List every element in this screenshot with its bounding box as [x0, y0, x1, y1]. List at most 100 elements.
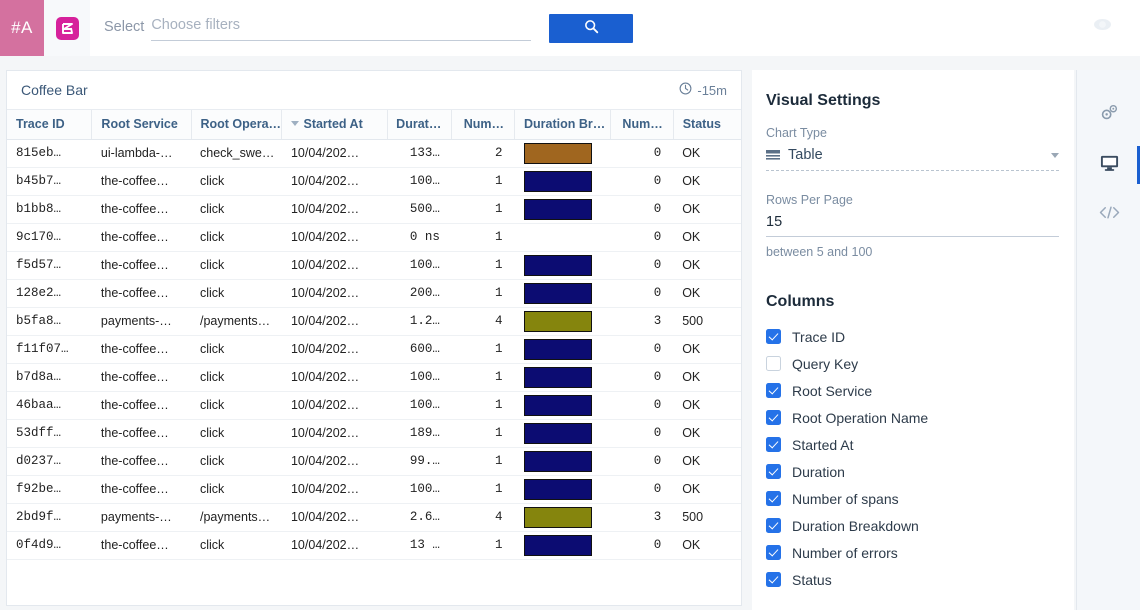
- table-row[interactable]: f11f07…the-coffee…click10/04/202…600…10O…: [7, 335, 741, 363]
- cell-duration-breakdown: [515, 335, 611, 363]
- cell-duration: 133…: [387, 139, 452, 167]
- column-toggle-label: Number of errors: [792, 545, 898, 561]
- cell-root-svc: the-coffee…: [92, 391, 191, 419]
- cell-duration-breakdown: [515, 531, 611, 559]
- cell-spans: 4: [452, 503, 515, 531]
- cell-root-op: click: [191, 223, 282, 251]
- table-row[interactable]: 815eb…ui-lambda-…check_swe…10/04/202…133…: [7, 139, 741, 167]
- cell-root-svc: the-coffee…: [92, 363, 191, 391]
- cell-trace-id: 53dff…: [7, 419, 92, 447]
- table-icon: [766, 150, 780, 161]
- column-toggle-root-service[interactable]: Root Service: [766, 377, 1074, 404]
- cell-duration: 2.6…: [387, 503, 452, 531]
- checkbox-checked-icon[interactable]: [766, 572, 781, 587]
- cell-started: 10/04/202…: [282, 531, 387, 559]
- columns-title: Columns: [766, 293, 1074, 311]
- cell-trace-id: f11f07…: [7, 335, 92, 363]
- column-toggle-label: Started At: [792, 437, 853, 453]
- cell-root-op: click: [191, 251, 282, 279]
- account-logo[interactable]: #A: [0, 0, 44, 56]
- column-header-spans[interactable]: Num…: [452, 110, 515, 139]
- column-header-duration[interactable]: Durat…: [387, 110, 452, 139]
- table-row[interactable]: 0f4d9…the-coffee…click10/04/202…13 …10OK: [7, 531, 741, 559]
- checkbox-checked-icon[interactable]: [766, 437, 781, 452]
- column-toggle-root-operation-name[interactable]: Root Operation Name: [766, 404, 1074, 431]
- table-row[interactable]: b45b7…the-coffee…click10/04/202…100…10OK: [7, 167, 741, 195]
- search-button[interactable]: [549, 14, 633, 43]
- duration-breakdown-bar: [524, 395, 592, 416]
- cell-duration: 200…: [387, 279, 452, 307]
- table-row[interactable]: 46baa…the-coffee…click10/04/202…100…10OK: [7, 391, 741, 419]
- cell-duration: 13 …: [387, 531, 452, 559]
- column-toggle-started-at[interactable]: Started At: [766, 431, 1074, 458]
- table-row[interactable]: f92be…the-coffee…click10/04/202…100…10OK: [7, 475, 741, 503]
- table-row[interactable]: d0237…the-coffee…click10/04/202…99.…10OK: [7, 447, 741, 475]
- column-toggle-duration-breakdown[interactable]: Duration Breakdown: [766, 512, 1074, 539]
- table-row[interactable]: 53dff…the-coffee…click10/04/202…189…10OK: [7, 419, 741, 447]
- page-title: Coffee Bar: [21, 82, 88, 98]
- table-row[interactable]: 9c170…the-coffee…click10/04/202…0 ns10OK: [7, 223, 741, 251]
- column-header-errors[interactable]: Num…: [611, 110, 674, 139]
- checkbox-checked-icon[interactable]: [766, 383, 781, 398]
- cell-root-op: click: [191, 391, 282, 419]
- checkbox-checked-icon[interactable]: [766, 329, 781, 344]
- duration-breakdown-bar: [524, 367, 592, 388]
- table-row[interactable]: 2bd9f…payments-…/payments…10/04/202…2.6……: [7, 503, 741, 531]
- rail-item-settings[interactable]: [1077, 90, 1140, 140]
- column-header-root_op[interactable]: Root Opera…: [191, 110, 282, 139]
- column-toggle-number-of-errors[interactable]: Number of errors: [766, 539, 1074, 566]
- time-range[interactable]: -15m: [679, 82, 727, 98]
- table-row[interactable]: b1bb8…the-coffee…click10/04/202…500…10OK: [7, 195, 741, 223]
- column-toggle-label: Root Service: [792, 383, 872, 399]
- gears-icon: [1099, 103, 1120, 127]
- checkbox-checked-icon[interactable]: [766, 491, 781, 506]
- checkbox-checked-icon[interactable]: [766, 545, 781, 560]
- table-row[interactable]: b5fa8…payments-…/payments…10/04/202…1.2……: [7, 307, 741, 335]
- duration-breakdown-bar: [524, 199, 592, 220]
- checkbox-checked-icon[interactable]: [766, 410, 781, 425]
- column-toggle-duration[interactable]: Duration: [766, 458, 1074, 485]
- eye-icon[interactable]: [1093, 18, 1112, 36]
- column-toggle-status[interactable]: Status: [766, 566, 1074, 593]
- cell-root-svc: payments-…: [92, 503, 191, 531]
- cell-spans: 1: [452, 419, 515, 447]
- column-header-trace_id[interactable]: Trace ID: [7, 110, 92, 139]
- column-toggle-number-of-spans[interactable]: Number of spans: [766, 485, 1074, 512]
- table-row[interactable]: b7d8a…the-coffee…click10/04/202…100…10OK: [7, 363, 741, 391]
- column-header-label: Num…: [464, 117, 504, 131]
- cell-status: OK: [673, 475, 741, 503]
- cell-started: 10/04/202…: [282, 475, 387, 503]
- column-header-label: Duration Br…: [524, 117, 605, 131]
- cell-trace-id: f92be…: [7, 475, 92, 503]
- duration-breakdown-bar: [524, 339, 592, 360]
- clock-icon: [679, 82, 692, 98]
- column-header-status[interactable]: Status: [673, 110, 741, 139]
- duration-breakdown-bar: [524, 479, 592, 500]
- cell-trace-id: d0237…: [7, 447, 92, 475]
- cell-started: 10/04/202…: [282, 251, 387, 279]
- column-header-breakdown[interactable]: Duration Br…: [515, 110, 611, 139]
- checkbox-checked-icon[interactable]: [766, 464, 781, 479]
- traces-panel: Coffee Bar -15m Trace IDRoot ServiceRoot…: [6, 70, 742, 606]
- cell-started: 10/04/202…: [282, 419, 387, 447]
- rail-item-code[interactable]: [1077, 190, 1140, 240]
- cell-errors: 0: [611, 167, 674, 195]
- sort-desc-icon: [291, 121, 299, 126]
- table-row[interactable]: 128e2…the-coffee…click10/04/202…200…10OK: [7, 279, 741, 307]
- checkbox-unchecked-icon[interactable]: [766, 356, 781, 371]
- filter-input[interactable]: Choose filters: [151, 16, 531, 41]
- column-header-root_svc[interactable]: Root Service: [92, 110, 191, 139]
- app-logo[interactable]: [44, 0, 90, 56]
- cell-status: OK: [673, 251, 741, 279]
- rail-item-display[interactable]: [1077, 140, 1140, 190]
- column-toggle-query-key[interactable]: Query Key: [766, 350, 1074, 377]
- rows-per-page-input[interactable]: 15: [766, 214, 1059, 237]
- column-toggle-trace-id[interactable]: Trace ID: [766, 323, 1074, 350]
- chart-type-select[interactable]: Table: [766, 147, 1059, 171]
- table-row[interactable]: f5d57…the-coffee…click10/04/202…100…10OK: [7, 251, 741, 279]
- cell-started: 10/04/202…: [282, 139, 387, 167]
- checkbox-checked-icon[interactable]: [766, 518, 781, 533]
- cell-spans: 1: [452, 391, 515, 419]
- duration-breakdown-bar: [524, 311, 592, 332]
- column-header-started[interactable]: Started At: [282, 110, 387, 139]
